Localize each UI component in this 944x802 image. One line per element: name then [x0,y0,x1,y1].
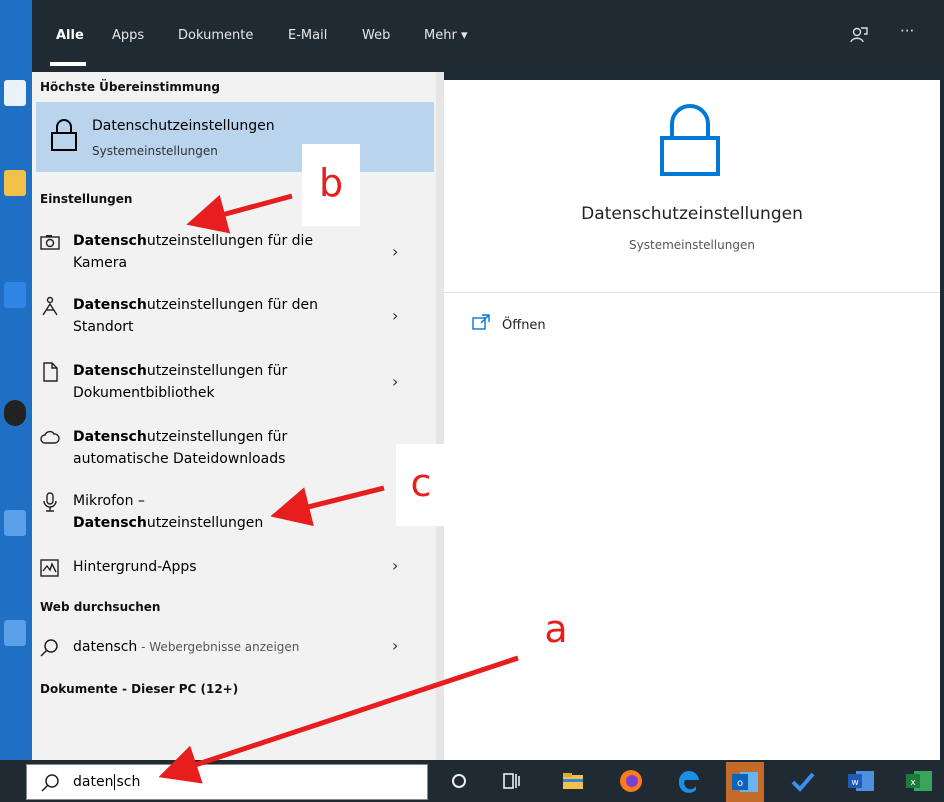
arrow-a [158,655,519,784]
callout-b: b [302,144,360,226]
annotation-arrows [158,193,519,784]
callout-a: a [528,604,584,660]
callout-c: c [396,444,446,526]
arrow-c [270,485,385,527]
screenshot-root: Alle Apps Dokumente E-Mail Web Mehr ▾ ··… [0,0,944,802]
arrow-b [186,193,293,234]
